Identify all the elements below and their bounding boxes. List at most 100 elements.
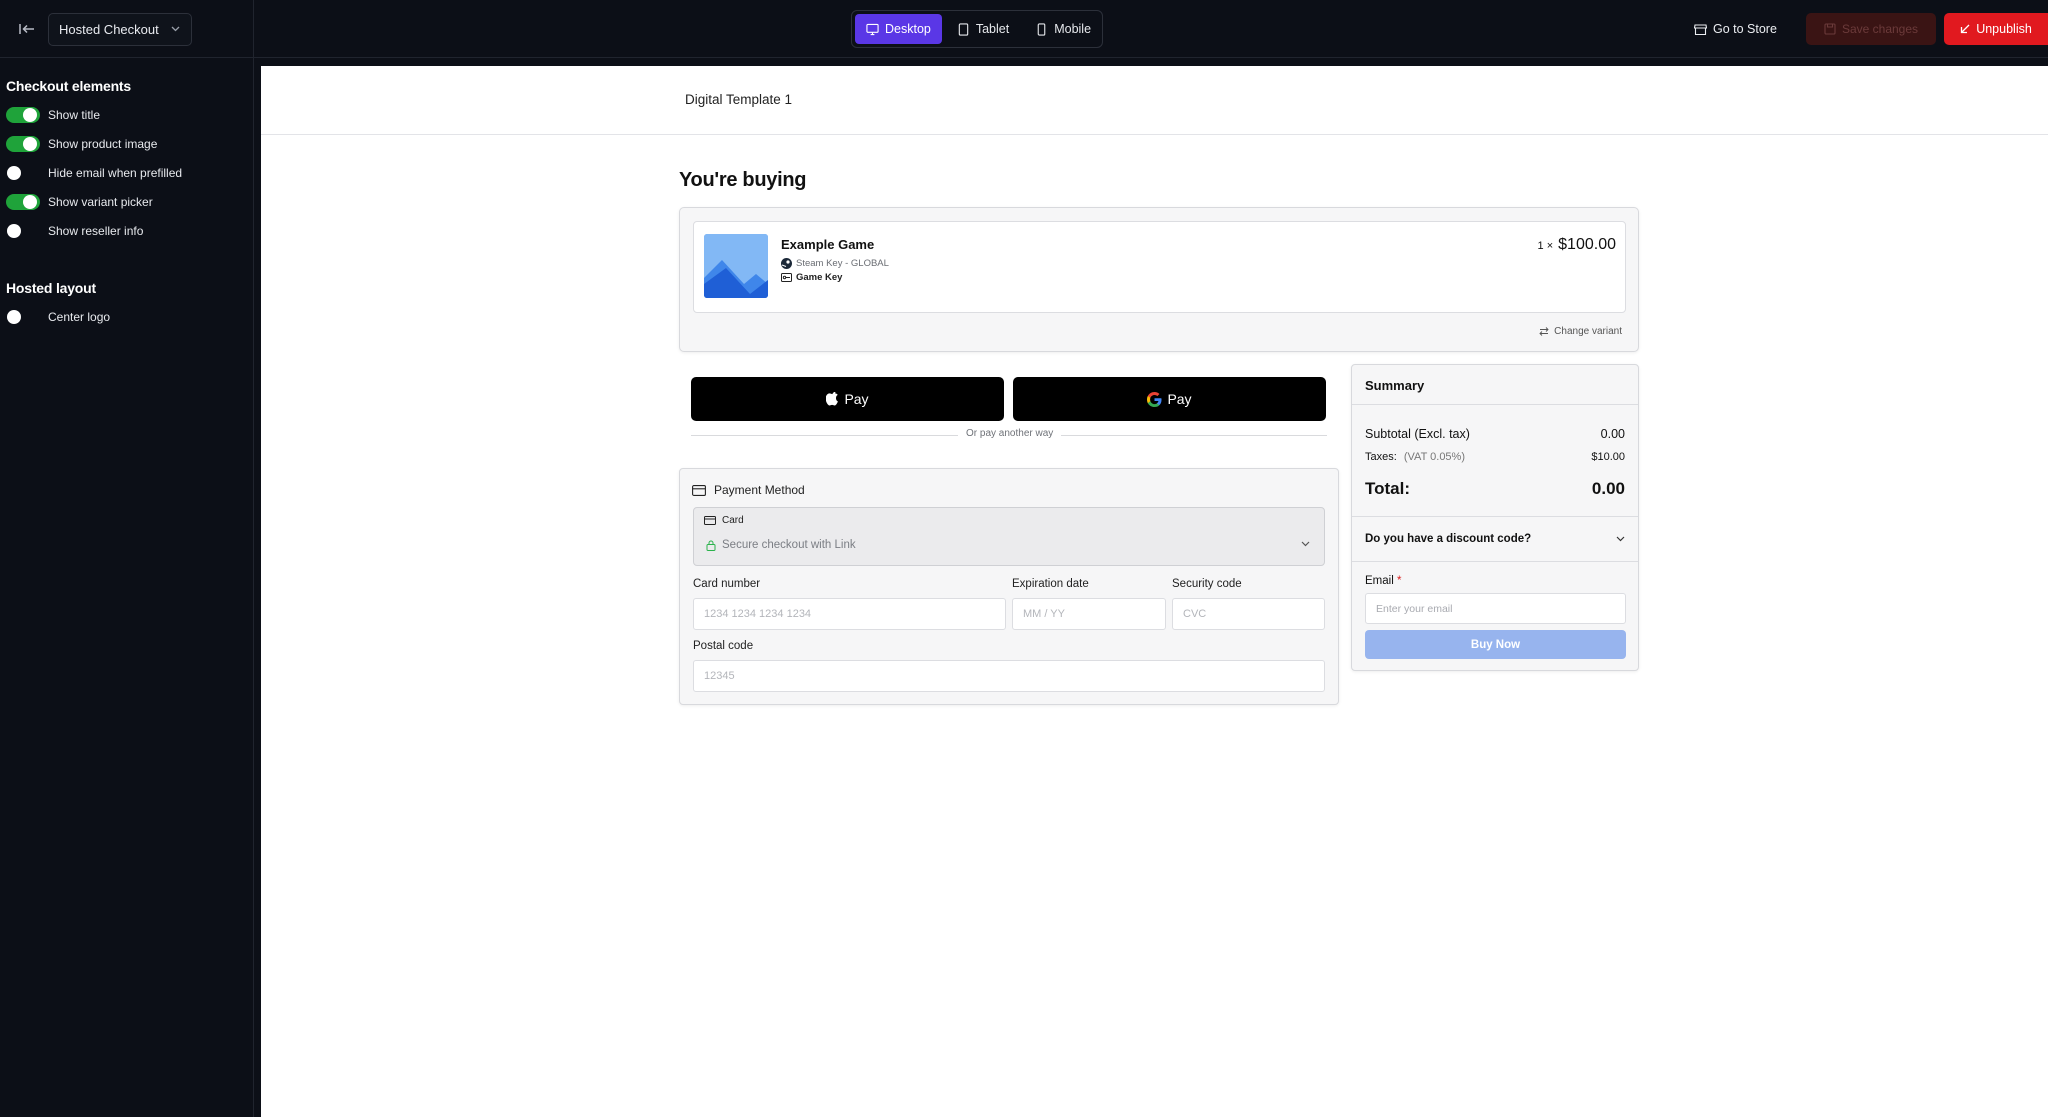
expiration-date-label: Expiration date	[1012, 578, 1089, 590]
sidebar-divider	[253, 0, 254, 1117]
email-input[interactable]: Enter your email	[1365, 593, 1626, 624]
change-variant-button[interactable]: Change variant	[1539, 326, 1622, 337]
arrow-left-bar-icon	[19, 24, 34, 34]
credit-card-icon	[704, 516, 716, 525]
google-pay-button[interactable]: Pay	[1013, 377, 1326, 421]
preview-header: Digital Template 1	[261, 66, 2048, 135]
taxes-value: $10.00	[1591, 451, 1625, 463]
total-value: 0.00	[1591, 479, 1625, 498]
monitor-icon	[866, 23, 879, 35]
toggle-label: Show title	[48, 107, 101, 122]
email-label: Email *	[1365, 575, 1401, 587]
card-method-selector[interactable]: Card Secure checkout with Link	[693, 507, 1325, 566]
total-label: Total:	[1365, 479, 1411, 498]
product-price: 1 × $100.00	[1538, 236, 1616, 254]
credit-card-icon	[692, 484, 706, 496]
card-method-label: Card	[704, 515, 744, 526]
toggle-switch[interactable]	[6, 193, 40, 210]
security-code-input[interactable]: CVC	[1172, 598, 1325, 630]
chevron-down-icon	[1616, 533, 1625, 545]
secure-checkout-label: Secure checkout with Link	[722, 539, 856, 551]
toggle-row-hide-email[interactable]: Hide email when prefilled	[0, 158, 182, 187]
top-bar: Hosted Checkout Desktop Tablet Mobile Go…	[0, 0, 2048, 58]
apple-pay-button[interactable]: Pay	[691, 377, 1004, 421]
template-name: Digital Template 1	[685, 92, 793, 107]
product-type: Game Key	[781, 272, 842, 283]
smartphone-icon	[1037, 22, 1046, 36]
arrow-down-left-icon	[1961, 24, 1970, 34]
card-number-label: Card number	[693, 578, 761, 590]
taxes-label-group: Taxes: (VAT 0.05%)	[1365, 451, 1465, 463]
discount-code-toggle[interactable]: Do you have a discount code?	[1365, 533, 1625, 545]
toggle-switch[interactable]	[6, 309, 40, 325]
change-variant-label: Change variant	[1554, 326, 1622, 337]
toggle-row-show-reseller-info[interactable]: Show reseller info	[0, 216, 143, 245]
key-card-icon	[781, 273, 792, 282]
toggle-row-center-logo[interactable]: Center logo	[0, 302, 110, 331]
toggle-switch[interactable]	[6, 165, 40, 181]
device-mobile-button[interactable]: Mobile	[1024, 14, 1102, 44]
divider	[1352, 561, 1638, 562]
tablet-icon	[958, 22, 969, 36]
secure-checkout-link: Secure checkout with Link	[706, 539, 856, 551]
device-tablet-label: Tablet	[975, 22, 1010, 36]
email-label-text: Email	[1365, 575, 1394, 587]
taxes-note: (VAT 0.05%)	[1403, 451, 1465, 463]
steam-icon	[781, 258, 792, 269]
payment-method-title: Payment Method	[692, 483, 805, 497]
toggle-switch[interactable]	[6, 106, 40, 123]
chevron-down-icon	[171, 24, 180, 35]
go-to-store-button[interactable]: Go to Store	[1694, 17, 1777, 41]
apple-icon	[826, 391, 839, 405]
toggle-row-show-title[interactable]: Show title	[0, 100, 100, 129]
save-icon	[1824, 23, 1836, 35]
product-card: Example Game Steam Key - GLOBAL Game Key…	[693, 221, 1626, 313]
product-quantity: 1 ×	[1537, 240, 1554, 252]
product-platform: Steam Key - GLOBAL	[781, 258, 889, 269]
product-price-value: $100.00	[1558, 236, 1616, 253]
page-select-value: Hosted Checkout	[59, 22, 159, 37]
toggle-row-show-product-image[interactable]: Show product image	[0, 129, 157, 158]
checkout-preview: Digital Template 1 You're buying Example…	[261, 66, 2048, 1117]
unpublish-label: Unpublish	[1976, 22, 2032, 36]
summary-title: Summary	[1365, 378, 1425, 393]
discount-question: Do you have a discount code?	[1365, 533, 1532, 545]
required-asterisk: *	[1396, 575, 1402, 587]
page-select[interactable]: Hosted Checkout	[48, 13, 192, 46]
unpublish-button[interactable]: Unpublish	[1944, 13, 2048, 45]
page-title: You're buying	[679, 169, 807, 191]
checkout-elements-heading: Checkout elements	[6, 78, 131, 94]
save-changes-button[interactable]: Save changes	[1806, 13, 1936, 45]
security-code-label: Security code	[1172, 578, 1242, 590]
postal-code-input[interactable]: 12345	[693, 660, 1325, 692]
card-label-text: Card	[722, 515, 744, 526]
device-tablet-button[interactable]: Tablet	[946, 14, 1020, 44]
toggle-label: Center logo	[48, 309, 111, 324]
chevron-down-icon[interactable]	[1301, 538, 1310, 550]
toggle-row-show-variant-picker[interactable]: Show variant picker	[0, 187, 153, 216]
toggle-switch[interactable]	[6, 135, 40, 152]
total-row: Total: 0.00	[1365, 479, 1625, 499]
device-toggle-group: Desktop Tablet Mobile	[851, 10, 1103, 48]
device-desktop-label: Desktop	[885, 22, 931, 36]
back-button[interactable]	[14, 17, 40, 41]
product-type-label: Game Key	[796, 272, 843, 283]
postal-code-label: Postal code	[693, 640, 754, 652]
device-mobile-label: Mobile	[1054, 22, 1092, 36]
store-icon	[1694, 23, 1707, 35]
taxes-row: Taxes: (VAT 0.05%) $10.00	[1365, 451, 1625, 463]
expiration-date-input[interactable]: MM / YY	[1012, 598, 1166, 630]
taxes-label: Taxes:	[1365, 451, 1397, 463]
product-platform-label: Steam Key - GLOBAL	[796, 258, 889, 269]
card-number-input[interactable]: 1234 1234 1234 1234	[693, 598, 1006, 630]
swap-arrows-icon	[1539, 327, 1549, 336]
device-desktop-button[interactable]: Desktop	[855, 14, 942, 44]
buy-now-button[interactable]: Buy Now	[1365, 630, 1626, 659]
divider	[1352, 516, 1638, 517]
toggle-switch[interactable]	[6, 223, 40, 239]
order-summary: Summary Subtotal (Excl. tax) 0.00 Taxes:…	[1351, 364, 1639, 671]
toggle-label: Show reseller info	[48, 223, 144, 238]
go-to-store-label: Go to Store	[1713, 22, 1777, 36]
product-image	[704, 234, 768, 298]
hosted-layout-heading: Hosted layout	[6, 280, 96, 296]
